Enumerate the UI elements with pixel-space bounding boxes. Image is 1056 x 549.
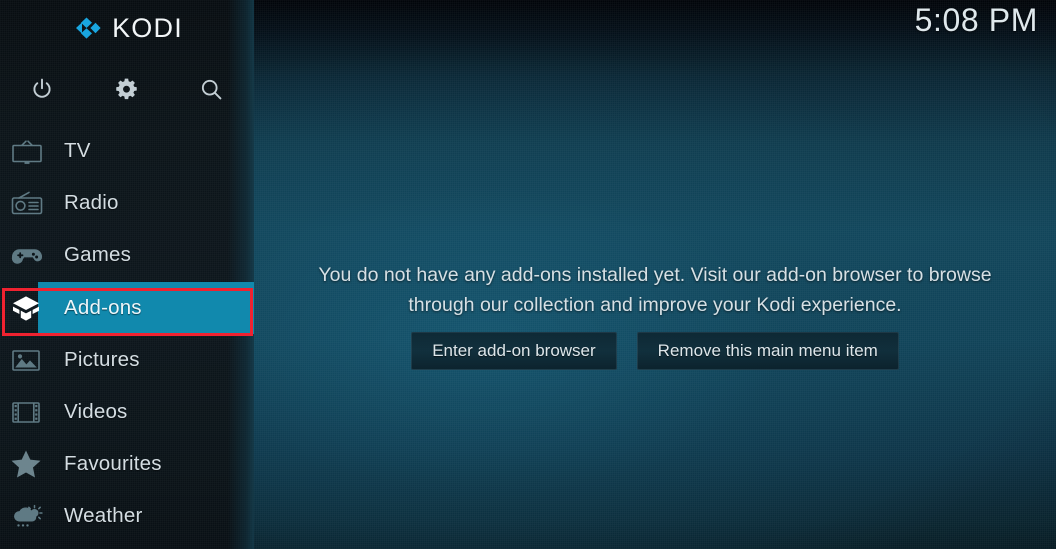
sidebar-item-label: Pictures bbox=[64, 347, 140, 371]
sidebar-item-label: Add-ons bbox=[64, 295, 142, 319]
sidebar-item-add-ons[interactable]: Add-ons bbox=[0, 281, 254, 334]
sidebar-item-label: Favourites bbox=[64, 452, 162, 476]
power-button[interactable] bbox=[0, 62, 85, 116]
sidebar-item-label: Games bbox=[64, 243, 132, 267]
empty-state-actions: Enter add-on browser Remove this main me… bbox=[254, 332, 1056, 370]
sidebar-item-favourites[interactable]: Favourites bbox=[0, 438, 254, 490]
brand-text: KODI bbox=[112, 12, 183, 43]
gear-icon bbox=[114, 77, 139, 102]
search-icon bbox=[199, 77, 224, 102]
sidebar-item-pictures[interactable]: Pictures bbox=[0, 334, 254, 386]
empty-state-message: You do not have any add-ons installed ye… bbox=[318, 264, 992, 316]
power-icon bbox=[30, 77, 54, 101]
sidebar-item-weather[interactable]: Weather bbox=[0, 490, 254, 542]
settings-button[interactable] bbox=[85, 62, 170, 116]
remove-main-menu-item-button[interactable]: Remove this main menu item bbox=[636, 332, 899, 370]
brand: KODI bbox=[0, 0, 254, 56]
sidebar-menu: TV Radio Games Add-ons Pictures Videos F… bbox=[0, 125, 254, 543]
sidebar-item-label: Weather bbox=[64, 504, 143, 528]
addons-box-icon bbox=[10, 291, 54, 325]
sidebar-item-games[interactable]: Games bbox=[0, 229, 254, 281]
radio-icon bbox=[10, 186, 54, 220]
star-icon bbox=[10, 447, 54, 481]
enter-addon-browser-button[interactable]: Enter add-on browser bbox=[411, 332, 617, 370]
gamepad-icon bbox=[10, 238, 54, 272]
tv-icon bbox=[10, 134, 54, 168]
sidebar-item-label: TV bbox=[64, 139, 91, 163]
sidebar-item-label: Radio bbox=[64, 191, 119, 215]
main-content: You do not have any add-ons installed ye… bbox=[254, 0, 1056, 549]
sidebar: KODI TV Radio Games Add-ons Pictures Vid… bbox=[0, 0, 254, 549]
weather-icon bbox=[10, 499, 54, 533]
sidebar-item-tv[interactable]: TV bbox=[0, 125, 254, 177]
kodi-home-screen: 5:08 PM You do not have any add-ons inst… bbox=[0, 0, 1056, 549]
sidebar-item-radio[interactable]: Radio bbox=[0, 177, 254, 229]
search-button[interactable] bbox=[169, 62, 254, 116]
kodi-logo-icon bbox=[71, 13, 103, 43]
sidebar-top-actions bbox=[0, 62, 254, 116]
pictures-icon bbox=[10, 343, 54, 377]
sidebar-item-videos[interactable]: Videos bbox=[0, 386, 254, 438]
sidebar-item-label: Videos bbox=[64, 400, 128, 424]
videos-icon bbox=[10, 395, 54, 429]
